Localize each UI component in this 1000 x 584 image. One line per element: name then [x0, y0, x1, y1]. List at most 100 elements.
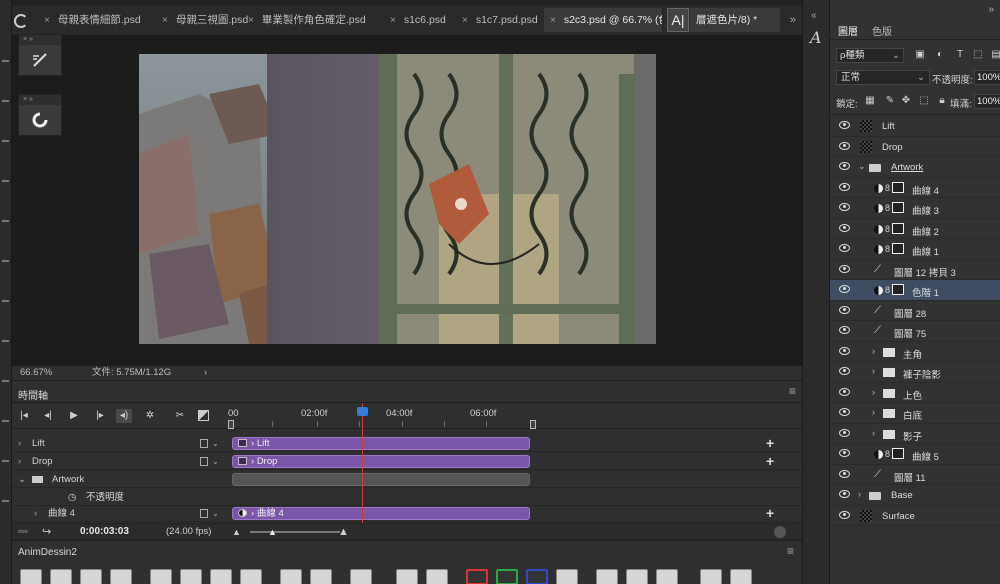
visibility-eye-icon[interactable] [839, 449, 850, 457]
anim-tool-button[interactable] [240, 569, 262, 584]
tab-active-cont[interactable]: 層遮色片/8) * [690, 8, 780, 32]
add-media-icon[interactable]: + [766, 453, 774, 469]
tool-icon[interactable] [2, 260, 9, 262]
collapse-icon[interactable]: ⌄ [858, 161, 866, 172]
expand-icon[interactable]: › [18, 435, 21, 452]
layer-mask-icon[interactable] [892, 448, 904, 459]
tool-icon[interactable] [2, 220, 9, 222]
render-icon[interactable]: ↪ [42, 525, 51, 538]
lock-all-icon[interactable]: 🔒︎ [936, 95, 948, 107]
anim-tool-button[interactable] [396, 569, 418, 584]
text-tool-icon[interactable]: A| [667, 8, 689, 32]
stopwatch-icon[interactable]: ◷ [68, 489, 76, 506]
visibility-eye-icon[interactable] [839, 305, 850, 314]
tab-overflow-icon[interactable]: » [790, 8, 796, 32]
layer-row[interactable]: › Base [830, 485, 1000, 506]
anim-tool-button[interactable] [80, 569, 102, 584]
anim-tool-button[interactable] [556, 569, 578, 584]
layer-mask-icon[interactable] [892, 181, 904, 193]
expand-icon[interactable]: › [18, 453, 21, 470]
tool-icon[interactable] [2, 60, 9, 62]
layer-row[interactable]: › 主角 [830, 342, 1000, 362]
film-icon[interactable] [200, 457, 208, 466]
tool-icon[interactable] [2, 340, 9, 342]
document-artwork[interactable] [139, 54, 656, 344]
work-area-start-handle[interactable] [228, 420, 234, 429]
timeline-property-opacity[interactable]: ◷ 不透明度 [12, 489, 232, 506]
panel-header[interactable]: × » [19, 35, 61, 45]
layer-row[interactable]: Drop [830, 137, 1000, 157]
visibility-eye-icon[interactable] [839, 510, 850, 519]
play-icon[interactable]: ▶ [66, 409, 82, 423]
prev-frame-icon[interactable]: ◂| [40, 409, 56, 423]
filter-shape-icon[interactable]: ⬚ [972, 49, 984, 61]
film-icon[interactable] [200, 439, 208, 448]
timeline-layer-lift[interactable]: › Lift ⌄ [12, 435, 232, 452]
visibility-eye-icon[interactable] [839, 223, 850, 232]
blend-mode-select[interactable]: 正常 ⌄ [836, 70, 930, 85]
tool-icon[interactable] [2, 420, 9, 422]
filter-pixel-icon[interactable]: ▣ [914, 49, 926, 61]
zoom-level[interactable]: 66.67% [20, 366, 52, 380]
close-icon[interactable]: × [550, 15, 556, 26]
next-frame-icon[interactable]: |▸ [92, 409, 108, 423]
visibility-eye-icon[interactable] [839, 285, 850, 293]
expand-icon[interactable]: › [872, 428, 875, 438]
settings-icon[interactable]: ✲ [142, 409, 158, 423]
scissors-icon[interactable]: ✂ [172, 409, 188, 423]
tab-layers[interactable]: 圖層 [838, 23, 858, 38]
visibility-eye-icon[interactable] [839, 203, 850, 211]
visibility-eye-icon[interactable] [839, 121, 850, 129]
filter-smart-icon[interactable]: ▤ [990, 49, 1000, 61]
layer-row[interactable]: ⟋ 圖層 28 [830, 301, 1000, 321]
panel-header[interactable]: × » [19, 95, 61, 105]
layer-row[interactable]: 8 曲線 4 [830, 178, 1000, 198]
tab-1[interactable]: × 母親表情細節.psd [44, 8, 154, 32]
tab-channels[interactable]: 色版 [872, 23, 892, 38]
tool-icon[interactable] [2, 500, 9, 502]
character-panel-icon[interactable]: A [810, 28, 822, 47]
red-onion-button[interactable] [466, 569, 488, 584]
lock-pixels-icon[interactable]: ✎ [884, 95, 896, 107]
expand-icon[interactable]: › [872, 346, 875, 356]
anim-tool-button[interactable] [50, 569, 72, 584]
tool-icon[interactable] [2, 380, 9, 382]
tool-icon[interactable] [2, 100, 9, 102]
layer-row[interactable]: 8 曲線 3 [830, 198, 1000, 219]
panel-menu-icon[interactable]: ≡ [789, 384, 796, 398]
layer-mask-icon[interactable] [892, 222, 904, 234]
anim-tool-button[interactable] [730, 569, 752, 584]
refresh-icon[interactable] [14, 14, 28, 28]
tool-icon[interactable] [2, 140, 9, 142]
close-icon[interactable]: × [390, 15, 396, 26]
zoom-out-icon[interactable]: ▲ [232, 527, 241, 537]
clip-artwork-group[interactable] [232, 473, 530, 486]
clip-lift[interactable]: › Lift [232, 437, 530, 450]
expand-icon[interactable]: › [34, 505, 37, 522]
tab-3[interactable]: × 畢業製作角色確定.psd [248, 8, 380, 32]
tool-icon[interactable] [2, 300, 9, 302]
expand-icon[interactable]: › [872, 407, 875, 417]
close-icon[interactable]: × [44, 15, 50, 26]
visibility-eye-icon[interactable] [839, 408, 850, 416]
zoom-slider-handle[interactable]: ▲ [268, 527, 277, 537]
scroll-knob[interactable] [774, 526, 786, 538]
anim-tool-button[interactable] [280, 569, 302, 584]
visibility-eye-icon[interactable] [839, 367, 850, 375]
tab-2[interactable]: × 母親三視圖.psd [162, 8, 254, 32]
transition-icon[interactable] [198, 410, 209, 421]
lock-transparent-icon[interactable]: ▦ [864, 95, 876, 107]
close-icon[interactable]: × [248, 15, 254, 26]
time-ruler[interactable]: 00 02:00f 04:00f 06:00f [228, 403, 802, 429]
layer-row[interactable]: › 褲子陰影 [830, 362, 1000, 383]
current-timecode[interactable]: 0:00:03:03 [80, 526, 129, 537]
visibility-eye-icon[interactable] [839, 141, 850, 150]
layer-row[interactable]: › 白底 [830, 403, 1000, 424]
anim-tool-button[interactable] [426, 569, 448, 584]
visibility-eye-icon[interactable] [839, 469, 850, 478]
dropdown-icon[interactable]: ⌄ [212, 453, 219, 470]
layer-mask-icon[interactable] [892, 202, 904, 213]
dropdown-icon[interactable]: ⌄ [212, 505, 219, 522]
add-media-icon[interactable]: + [766, 505, 774, 521]
opacity-input[interactable]: 100% [974, 70, 1000, 85]
